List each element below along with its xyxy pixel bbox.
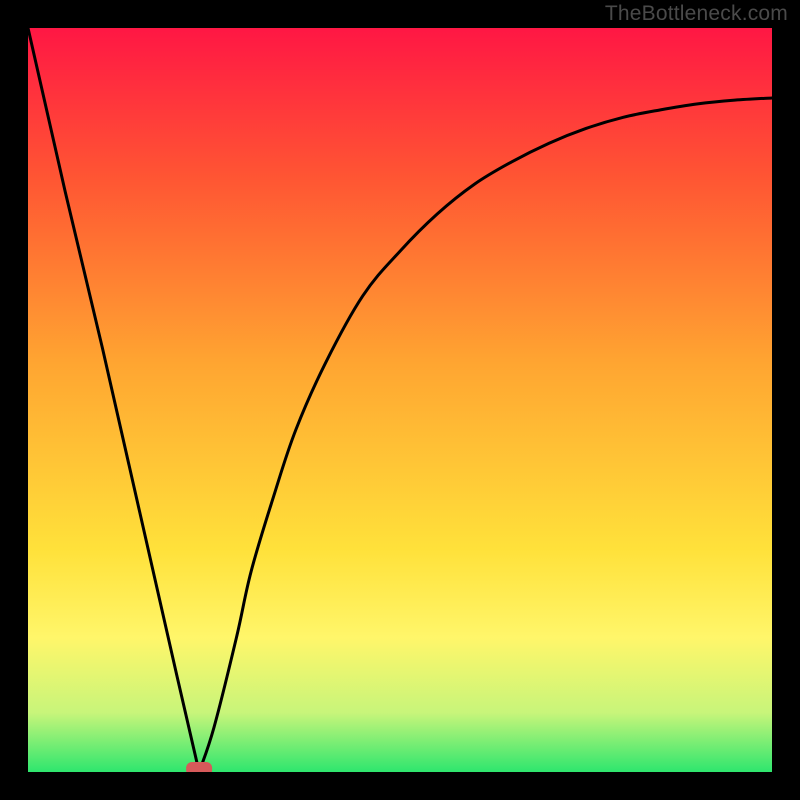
plot-area	[28, 28, 772, 772]
optimal-point-marker	[186, 762, 212, 772]
chart-frame: TheBottleneck.com	[0, 0, 800, 800]
watermark-text: TheBottleneck.com	[605, 2, 788, 26]
bottleneck-chart-svg	[28, 28, 772, 772]
gradient-background	[28, 28, 772, 772]
